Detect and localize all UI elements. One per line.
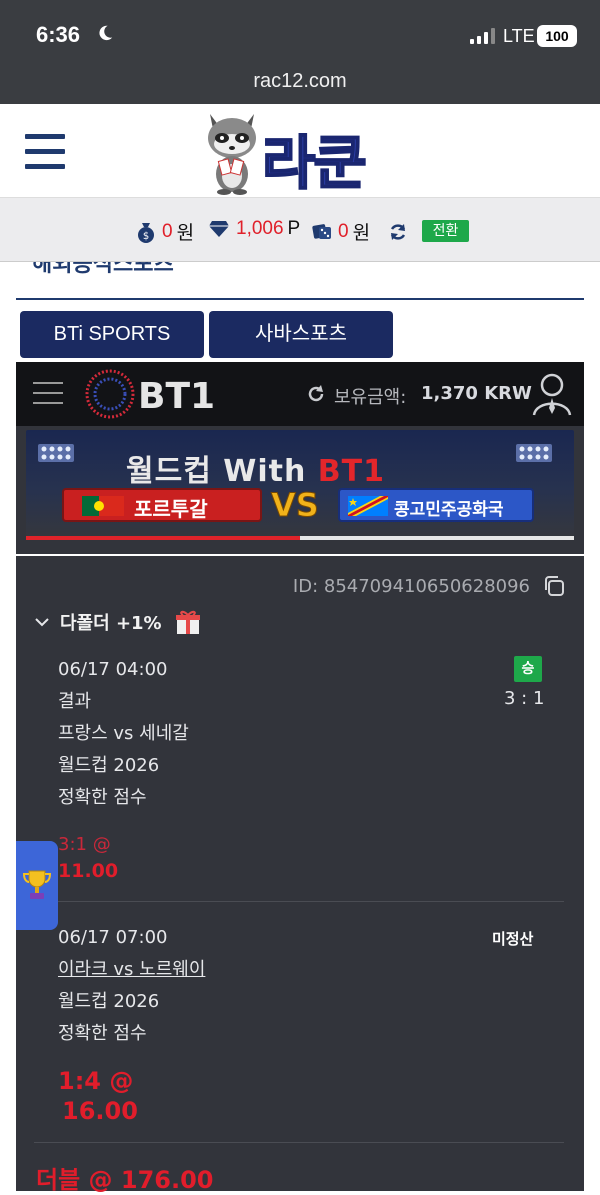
svg-text:BT1: BT1 — [138, 376, 214, 417]
bet-market: 결과 — [58, 691, 92, 712]
pick-value: 3:1 @ — [58, 834, 111, 855]
status-badge: 승 — [514, 656, 542, 682]
divider — [34, 901, 564, 902]
network-type: LTE — [503, 26, 535, 46]
battery-icon: 100 — [537, 25, 577, 47]
team-left-name: 포르투갈 — [134, 497, 208, 521]
pick-odds: 16.00 — [62, 1097, 138, 1125]
trophy-icon — [23, 870, 51, 899]
banner-area: 월드컵 With BT1 포르투갈 VS 콩고민주공화국 — [16, 426, 584, 554]
bt1-logo[interactable]: BT1 — [84, 368, 214, 420]
team-left: 포르투갈 — [62, 488, 262, 522]
dice-icon — [312, 223, 331, 239]
bet-league: 월드컵 2026 — [58, 991, 160, 1012]
bet-ticket: ID: 854709410650628096 다폴더 +1% 06/17 04:… — [16, 556, 584, 1194]
stadium-light-icon — [516, 444, 552, 462]
bt1-refresh-icon[interactable] — [306, 384, 326, 404]
congo-flag-icon — [348, 496, 388, 516]
point-balance: 1,006 P — [208, 218, 300, 240]
team-right-name: 콩고민주공화국 — [394, 500, 504, 520]
menu-icon[interactable] — [25, 134, 65, 170]
bet-type: 정확한 점수 — [58, 1023, 147, 1044]
pick-odds: 11.00 — [58, 860, 119, 882]
bet-item: 06/17 07:00 이라크 vs 노르웨이 월드컵 2026 정확한 점수 — [58, 922, 205, 1050]
address-bar[interactable]: rac12.com — [0, 62, 600, 104]
folder-toggle[interactable]: 다폴더 +1% — [34, 608, 202, 636]
bet-pick: 1:4 @ 16.00 — [58, 1066, 138, 1126]
cash-unit: 원 — [176, 223, 195, 244]
worldcup-banner[interactable]: 월드컵 With BT1 포르투갈 VS 콩고민주공화국 — [26, 430, 574, 538]
chevron-down-icon — [35, 618, 49, 627]
bt1-header: BT1 보유금액: 1,370 KRW — [16, 362, 584, 426]
double-odds: 더블 @ 176.00 — [36, 1166, 214, 1194]
banner-progress — [26, 536, 574, 540]
status-time: 6:36 — [36, 22, 81, 47]
bet-match: 프랑스 vs 세네갈 — [58, 723, 189, 744]
moon-icon — [99, 25, 113, 41]
status-badge: 미정산 — [492, 930, 534, 948]
game-value: 0 — [338, 220, 349, 242]
site-logo[interactable]: 라쿤 — [202, 108, 398, 198]
refresh-icon[interactable] — [388, 222, 408, 242]
signal-icon — [470, 28, 495, 44]
switch-button[interactable]: 전환 — [422, 220, 469, 242]
bt1-balance-value: 1,370 KRW — [421, 383, 532, 404]
ticket-id: ID: 854709410650628096 — [292, 576, 530, 597]
tab-saba-sports[interactable]: 사바스포츠 — [209, 311, 393, 358]
bet-type: 정확한 점수 — [58, 787, 147, 808]
banner-title: 월드컵 With BT1 — [126, 454, 385, 489]
bet-item: 06/17 04:00 결과 프랑스 vs 세네갈 월드컵 2026 정확한 점… — [58, 654, 189, 814]
game-balance: 0 원 — [312, 218, 370, 245]
diamond-icon — [209, 221, 229, 237]
bet-score: 3 : 1 — [504, 688, 545, 709]
versus-text: VS — [271, 486, 320, 525]
status-bar: 6:36 LTE 100 — [0, 0, 600, 62]
point-unit: P — [287, 218, 301, 239]
bt1-balance-label: 보유금액: — [334, 387, 407, 408]
svg-text:$: $ — [143, 231, 149, 242]
divider — [34, 1142, 564, 1143]
cash-balance: $ 0 원 — [136, 218, 194, 245]
section-heading-text: 해외공식스포츠 — [32, 262, 174, 277]
bet-league: 월드컵 2026 — [58, 755, 160, 776]
folder-label: 다폴더 +1% — [60, 613, 162, 634]
url-text: rac12.com — [253, 70, 347, 92]
balance-bar: $ 0 원 1,006 P 0 원 — [0, 198, 600, 262]
game-unit: 원 — [352, 223, 371, 244]
point-value: 1,006 — [236, 218, 284, 239]
bt1-menu-icon[interactable] — [33, 382, 63, 406]
logo-text: 라쿤 — [261, 128, 368, 198]
team-right: 콩고민주공화국 — [338, 488, 534, 522]
tab-bti-sports[interactable]: BTi SPORTS — [20, 311, 204, 358]
trophy-tab[interactable] — [16, 841, 58, 930]
bet-match-link[interactable]: 이라크 vs 노르웨이 — [58, 954, 205, 986]
portugal-flag-icon — [82, 496, 124, 516]
site-header: 라쿤 — [0, 104, 600, 198]
stadium-light-icon — [38, 444, 74, 462]
bet-datetime: 06/17 07:00 — [58, 927, 168, 948]
section-heading: 해외공식스포츠 — [16, 262, 584, 300]
user-icon[interactable] — [532, 372, 572, 416]
bet-pick: 3:1 @ 11.00 — [58, 832, 118, 884]
money-bag-icon: $ — [138, 222, 154, 243]
cash-value: 0 — [162, 220, 173, 242]
pick-value: 1:4 @ — [58, 1067, 134, 1095]
gift-icon — [175, 610, 200, 634]
copy-icon[interactable] — [542, 574, 566, 598]
bet-datetime: 06/17 04:00 — [58, 659, 168, 680]
